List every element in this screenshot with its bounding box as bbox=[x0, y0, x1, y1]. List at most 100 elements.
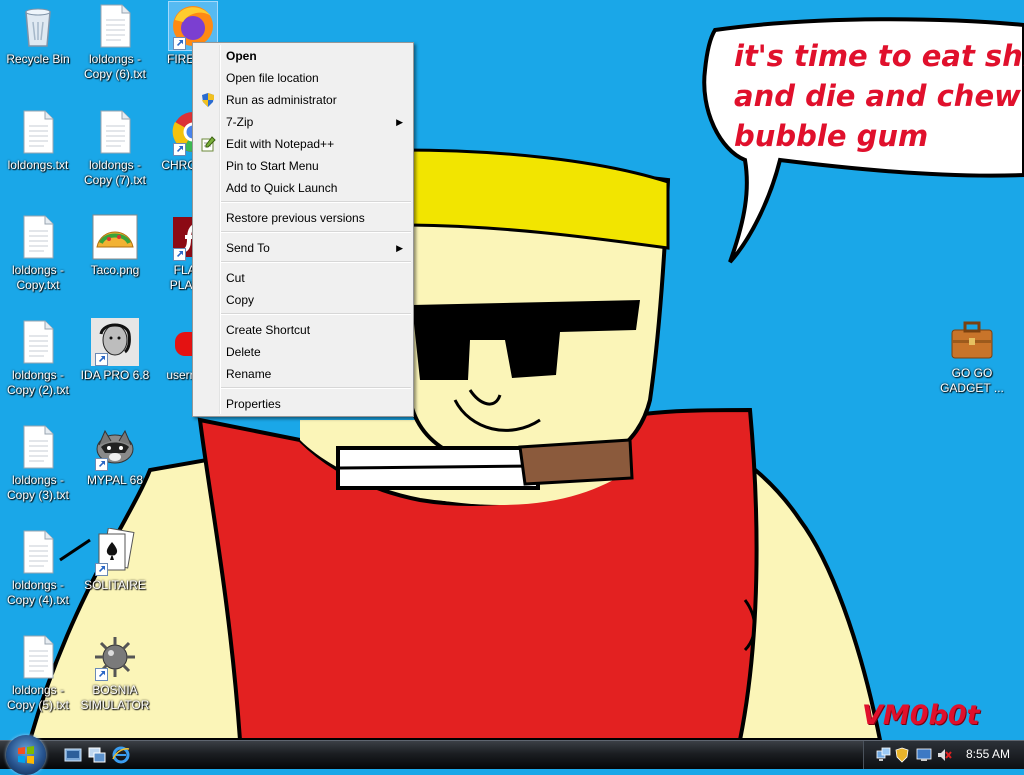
context-menu-item[interactable]: Open bbox=[195, 45, 411, 67]
text-file-icon bbox=[91, 2, 139, 50]
text-file-icon bbox=[91, 108, 139, 156]
volume-muted-icon[interactable] bbox=[936, 747, 952, 763]
taco-image-icon bbox=[91, 213, 139, 261]
context-menu-item[interactable]: Send To ▶ bbox=[195, 237, 411, 259]
desktop-icon[interactable]: SOLITAIRE bbox=[77, 527, 153, 593]
shortcut-arrow-icon bbox=[95, 458, 108, 471]
context-menu-item[interactable]: 7-Zip ▶ bbox=[195, 111, 411, 133]
desktop-icon-label: IDA PRO 6.8 bbox=[80, 368, 150, 382]
show-desktop-icon[interactable] bbox=[64, 746, 82, 764]
text-file-icon bbox=[14, 528, 62, 576]
context-menu-item[interactable]: Create Shortcut bbox=[195, 319, 411, 341]
context-menu-item-label: Edit with Notepad++ bbox=[226, 137, 335, 151]
desktop-icon[interactable]: BOSNIA SIMULATOR bbox=[77, 633, 153, 713]
speech-line-1: it's time to eat shit bbox=[734, 39, 1024, 73]
desktop-icon[interactable]: loldongs - Copy.txt bbox=[0, 213, 76, 293]
desktop-icon-label: loldongs - Copy.txt bbox=[11, 263, 65, 292]
desktop-icon[interactable]: GO GO GADGET ... bbox=[934, 316, 1010, 396]
text-file-icon bbox=[14, 108, 62, 156]
security-shield-icon[interactable] bbox=[894, 747, 910, 763]
network-icon[interactable] bbox=[876, 747, 892, 763]
context-menu-item[interactable]: Rename bbox=[195, 363, 411, 385]
submenu-arrow-icon: ▶ bbox=[396, 243, 403, 253]
desktop-icon[interactable]: MYPAL 68 bbox=[77, 423, 153, 488]
text-file-icon bbox=[14, 318, 62, 366]
context-menu-item[interactable]: Restore previous versions bbox=[195, 207, 411, 229]
notification-area: 8:55 AM bbox=[863, 741, 1024, 769]
context-menu-item[interactable]: Copy bbox=[195, 289, 411, 311]
desktop-icon[interactable]: loldongs - Copy (5).txt bbox=[0, 633, 76, 713]
mypal-raccoon-icon bbox=[91, 423, 139, 471]
switch-windows-icon[interactable] bbox=[88, 746, 106, 764]
menu-separator bbox=[221, 201, 411, 203]
desktop-icon[interactable]: loldongs - Copy (6).txt bbox=[77, 2, 153, 82]
context-menu-item-label: Restore previous versions bbox=[226, 211, 365, 225]
desktop-icon-label: BOSNIA SIMULATOR bbox=[80, 683, 150, 712]
desktop-icon[interactable]: loldongs - Copy (7).txt bbox=[77, 108, 153, 188]
internet-explorer-icon[interactable] bbox=[112, 746, 130, 764]
display-icon[interactable] bbox=[916, 747, 932, 763]
context-menu: Open Open file location Run as administrat… bbox=[192, 42, 414, 417]
context-menu-item-label: Open bbox=[226, 49, 257, 63]
menu-separator bbox=[221, 387, 411, 389]
speech-bubble-text: it's time to eat shit and die and chew b… bbox=[734, 36, 1024, 156]
desktop-icon-label: SOLITAIRE bbox=[84, 578, 146, 592]
menu-separator bbox=[221, 261, 411, 263]
context-menu-item-label: Cut bbox=[226, 271, 245, 285]
context-menu-item[interactable]: Add to Quick Launch bbox=[195, 177, 411, 199]
context-menu-item-label: Rename bbox=[226, 367, 272, 381]
desktop-icon-label: loldongs - Copy (2).txt bbox=[6, 368, 69, 397]
artist-signature: VM0b0t bbox=[862, 700, 980, 731]
desktop-icon[interactable]: IDA PRO 6.8 bbox=[77, 318, 153, 383]
uac-shield-icon bbox=[202, 93, 214, 107]
notepad-plus-plus-icon bbox=[201, 136, 216, 152]
text-file-icon bbox=[14, 213, 62, 261]
text-file-icon bbox=[14, 633, 62, 681]
speech-line-3: bubble gum bbox=[734, 119, 929, 153]
desktop-icon[interactable]: loldongs - Copy (4).txt bbox=[0, 528, 76, 608]
context-menu-item-label: Pin to Start Menu bbox=[226, 159, 319, 173]
context-menu-item[interactable]: Open file location bbox=[195, 67, 411, 89]
context-menu-item[interactable]: Delete bbox=[195, 341, 411, 363]
context-menu-item-label: Add to Quick Launch bbox=[226, 181, 338, 195]
context-menu-item[interactable]: Properties bbox=[195, 393, 411, 415]
windows-flag-icon bbox=[18, 746, 34, 764]
desktop-icon-label: loldongs.txt bbox=[7, 158, 69, 172]
text-file-icon bbox=[14, 423, 62, 471]
desktop-icon-label: GO GO GADGET ... bbox=[940, 366, 1004, 395]
speech-line-2: and die and chew bbox=[734, 79, 1021, 113]
context-menu-item[interactable]: Pin to Start Menu bbox=[195, 155, 411, 177]
desktop-icon[interactable]: loldongs.txt bbox=[0, 108, 76, 173]
shortcut-arrow-icon bbox=[173, 143, 186, 156]
context-menu-item-label: Delete bbox=[226, 345, 261, 359]
taskbar: 8:55 AM bbox=[0, 735, 1024, 775]
desktop-icon-label: loldongs - Copy (5).txt bbox=[6, 683, 69, 712]
desktop-icon-label: Recycle Bin bbox=[6, 52, 70, 66]
start-button[interactable] bbox=[6, 735, 46, 775]
desktop-icon-label: loldongs - Copy (7).txt bbox=[83, 158, 146, 187]
shortcut-arrow-icon bbox=[95, 353, 108, 366]
taskbar-clock[interactable]: 8:55 AM bbox=[966, 747, 1010, 761]
desktop-icon-label: loldongs - Copy (6).txt bbox=[83, 52, 146, 81]
desktop-icon[interactable]: loldongs - Copy (2).txt bbox=[0, 318, 76, 398]
context-menu-item-label: Send To bbox=[226, 241, 270, 255]
shortcut-arrow-icon bbox=[173, 248, 186, 261]
context-menu-item-label: Copy bbox=[226, 293, 255, 307]
context-menu-item-label: Create Shortcut bbox=[226, 323, 311, 337]
context-menu-item[interactable]: Edit with Notepad++ bbox=[195, 133, 411, 155]
context-menu-item[interactable]: Run as administrator bbox=[195, 89, 411, 111]
context-menu-item-label: Properties bbox=[226, 397, 281, 411]
desktop-icon[interactable]: Taco.png bbox=[77, 213, 153, 278]
desktop-icon[interactable]: loldongs - Copy (3).txt bbox=[0, 423, 76, 503]
shortcut-arrow-icon bbox=[173, 37, 186, 50]
spiked-mine-icon bbox=[91, 633, 139, 681]
desktop-icon-label: loldongs - Copy (3).txt bbox=[6, 473, 69, 502]
desktop-icon[interactable]: Recycle Bin bbox=[0, 2, 76, 67]
briefcase-icon bbox=[948, 316, 996, 364]
recycle-bin-icon bbox=[14, 2, 62, 50]
context-menu-item[interactable]: Cut bbox=[195, 267, 411, 289]
submenu-arrow-icon: ▶ bbox=[396, 117, 403, 127]
solitaire-cards-icon bbox=[91, 527, 139, 576]
ida-pro-icon bbox=[91, 318, 139, 366]
shortcut-arrow-icon bbox=[95, 563, 108, 576]
